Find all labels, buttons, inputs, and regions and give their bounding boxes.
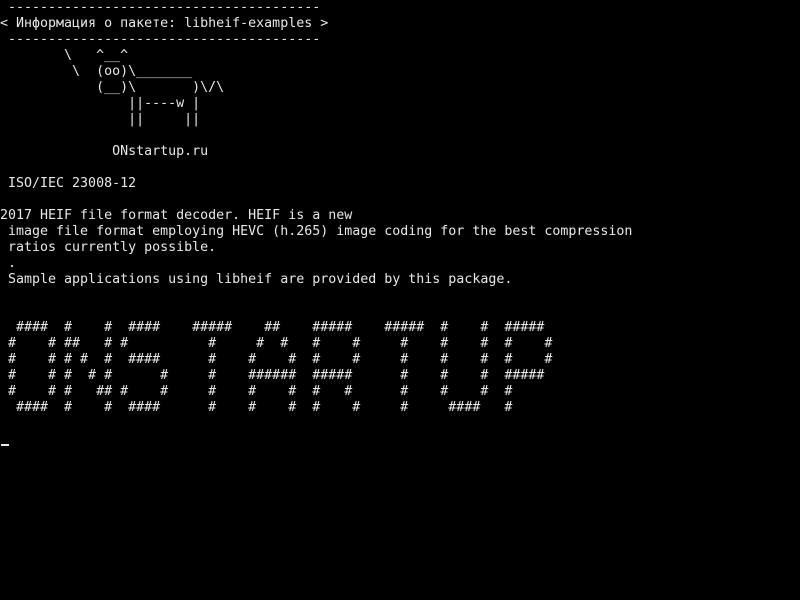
cow-art-line-2: \ (oo)\_______ <box>0 64 193 79</box>
terminal-screen[interactable]: --------------------------------------- … <box>0 0 800 600</box>
ascii-banner-row-1: #### # # #### ##### ## ##### ##### # # #… <box>0 320 545 335</box>
description-line-1: 2017 HEIF file format decoder. HEIF is a… <box>0 208 353 223</box>
standard-reference: ISO/IEC 23008-12 <box>0 176 137 191</box>
ascii-banner-row-3: # # # # # #### # # # # # # # # # # <box>0 352 553 367</box>
banner-title: < Информация о пакете: libheif-examples … <box>0 16 329 31</box>
ascii-banner-row-5: # # # ## # # # # # # # # # # # <box>0 384 513 399</box>
ascii-banner-row-6: #### # # #### # # # # # # #### # <box>0 400 513 415</box>
description-line-2: image file format employing HEVC (h.265)… <box>0 224 633 239</box>
cow-art-line-4: ||----w | <box>0 96 201 111</box>
banner-top-border: --------------------------------------- <box>0 0 321 15</box>
site-credit: ONstartup.ru <box>0 144 209 159</box>
banner-bottom-border: --------------------------------------- <box>0 32 321 47</box>
description-separator: . <box>0 256 17 271</box>
cow-art-line-1: \ ^__^ <box>0 48 129 63</box>
ascii-banner-row-2: # # ## # # # # # # # # # # # # <box>0 336 553 351</box>
cow-art-line-3: (__)\ )\/\ <box>0 80 225 95</box>
text-cursor <box>1 444 9 446</box>
ascii-banner-row-4: # # # # # # # ###### ##### # # # ##### <box>0 368 545 383</box>
cow-art-line-5: || || <box>0 112 201 127</box>
description-line-4: Sample applications using libheif are pr… <box>0 272 513 287</box>
description-line-3: ratios currently possible. <box>0 240 217 255</box>
